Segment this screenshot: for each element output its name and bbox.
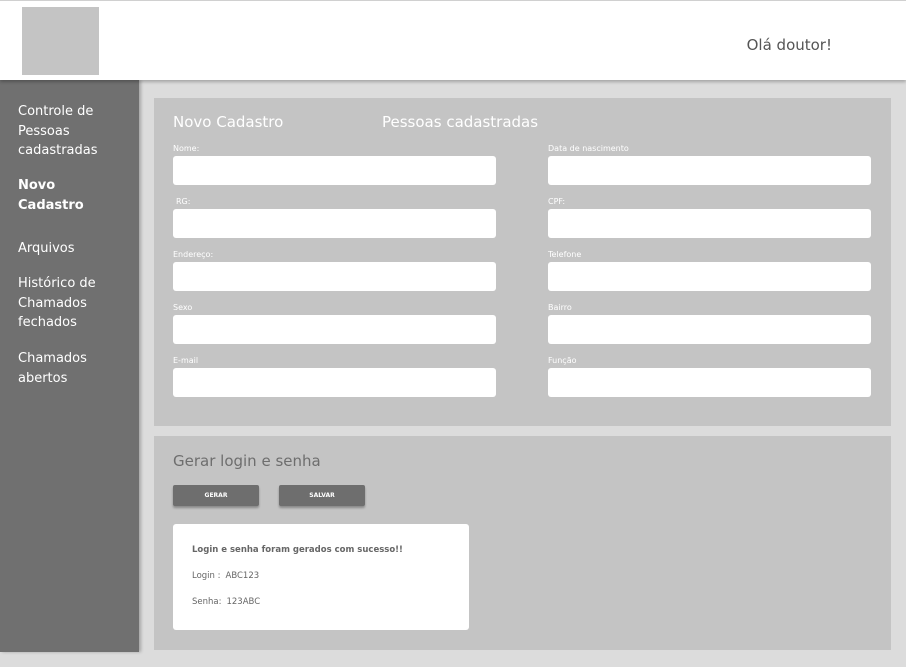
sexo-field[interactable] (173, 315, 496, 344)
generate-button[interactable]: GERAR (173, 485, 259, 506)
funcao-label: Função (548, 356, 577, 365)
bairro-field[interactable] (548, 315, 871, 344)
bairro-label: Bairro (548, 303, 572, 312)
data-nascimento-label: Data de nascimento (548, 144, 629, 153)
email-label: E-mail (173, 356, 199, 365)
endereco-label: Endereço: (173, 250, 214, 259)
password-line: Senha: 123ABC (192, 597, 260, 607)
login-value: ABC123 (225, 571, 260, 581)
registration-form-panel: Novo Cadastro Pessoas cadastradas Nome: … (154, 98, 891, 426)
data-nascimento-field[interactable] (548, 156, 871, 185)
sexo-label: Sexo (173, 303, 193, 312)
top-bar: Olá doutor! (0, 0, 906, 80)
logo-placeholder (22, 7, 99, 75)
sidebar-item-arquivos[interactable]: Arquivos (18, 239, 128, 259)
user-greeting: Olá doutor! (746, 36, 832, 54)
telefone-label: Telefone (548, 250, 582, 259)
login-generator-title: Gerar login e senha (173, 452, 321, 470)
nome-field[interactable] (173, 156, 496, 185)
cpf-field[interactable] (548, 209, 871, 238)
sidebar-item-novo-cadastro[interactable]: Novo Cadastro (18, 176, 98, 215)
login-line: Login : ABC123 (192, 571, 259, 581)
password-label: Senha: (192, 597, 222, 607)
nome-label: Nome: (173, 144, 200, 153)
cpf-label: CPF: (548, 197, 566, 206)
save-button[interactable]: SALVAR (279, 485, 365, 506)
funcao-field[interactable] (548, 368, 871, 397)
email-field[interactable] (173, 368, 496, 397)
login-result-card: Login e senha foram gerados com sucesso!… (173, 524, 469, 630)
login-generator-panel: Gerar login e senha GERAR SALVAR Login e… (154, 436, 891, 650)
sidebar-item-controle-pessoas[interactable]: Controle de Pessoas cadastradas (18, 102, 128, 161)
tab-novo-cadastro[interactable]: Novo Cadastro (173, 113, 283, 131)
rg-field[interactable] (173, 209, 496, 238)
endereco-field[interactable] (173, 262, 496, 291)
password-value: 123ABC (226, 597, 261, 607)
sidebar-item-chamados-abertos[interactable]: Chamados abertos (18, 349, 108, 388)
rg-label: RG: (176, 197, 191, 206)
telefone-field[interactable] (548, 262, 871, 291)
sidebar-item-historico-chamados[interactable]: Histórico de Chamados fechados (18, 274, 128, 333)
login-label: Login : (192, 571, 221, 581)
tab-pessoas-cadastradas[interactable]: Pessoas cadastradas (382, 113, 538, 131)
sidebar: Controle de Pessoas cadastradas Novo Cad… (0, 80, 139, 652)
success-message: Login e senha foram gerados com sucesso!… (192, 545, 403, 555)
